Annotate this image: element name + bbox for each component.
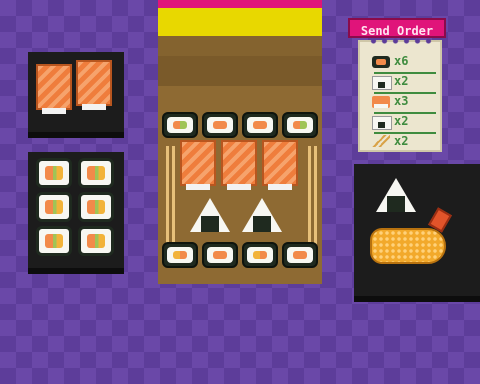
chopsticks-icon[interactable] (166, 146, 169, 246)
shrimp-tempura[interactable] (370, 228, 446, 264)
onigiri-icon (372, 76, 392, 90)
futomaki-roll[interactable] (78, 226, 114, 256)
chopsticks-icon (372, 135, 390, 147)
tempura-plate[interactable] (354, 164, 480, 296)
header-stripe-yellow (158, 8, 322, 36)
shrimp-nigiri-icon (372, 96, 390, 108)
futomaki-roll[interactable] (78, 158, 114, 188)
maki-roll[interactable] (282, 112, 318, 138)
salmon-nigiri[interactable] (36, 64, 72, 114)
onigiri[interactable] (190, 198, 230, 232)
chopsticks-icon[interactable] (308, 146, 311, 246)
salmon-nigiri[interactable] (180, 140, 216, 190)
order-count: x6 (394, 54, 409, 68)
maki-plate[interactable] (28, 152, 124, 268)
maki-roll[interactable] (242, 242, 278, 268)
order-count: x2 (394, 74, 409, 88)
maki-roll[interactable] (202, 112, 238, 138)
futomaki-roll[interactable] (36, 226, 72, 256)
order-receipt: x6 x2 x3 x2 x2 (358, 38, 442, 152)
salmon-nigiri[interactable] (76, 60, 112, 110)
maki-roll[interactable] (282, 242, 318, 268)
maki-roll[interactable] (162, 242, 198, 268)
maki-roll[interactable] (202, 242, 238, 268)
onigiri[interactable] (242, 198, 282, 232)
send-order-label: Send Order (360, 24, 434, 38)
futomaki-roll[interactable] (36, 158, 72, 188)
maki-roll[interactable] (162, 112, 198, 138)
order-tray (158, 0, 322, 284)
header-stripe-magenta (158, 0, 322, 8)
maki-icon (372, 56, 390, 68)
tray-band (158, 56, 322, 86)
futomaki-roll[interactable] (78, 192, 114, 222)
receipt-clip (368, 38, 434, 44)
onigiri-icon (372, 116, 392, 130)
send-order-button[interactable]: Send Order (348, 18, 446, 38)
maki-roll[interactable] (242, 112, 278, 138)
futomaki-roll[interactable] (36, 192, 72, 222)
salmon-nigiri[interactable] (262, 140, 298, 190)
order-count: x3 (394, 94, 409, 108)
order-count: x2 (394, 114, 409, 128)
salmon-nigiri[interactable] (221, 140, 257, 190)
order-count: x2 (394, 134, 409, 148)
salmon-nigiri-plate[interactable] (28, 52, 124, 132)
onigiri[interactable] (376, 178, 416, 212)
tray-band (158, 36, 322, 56)
